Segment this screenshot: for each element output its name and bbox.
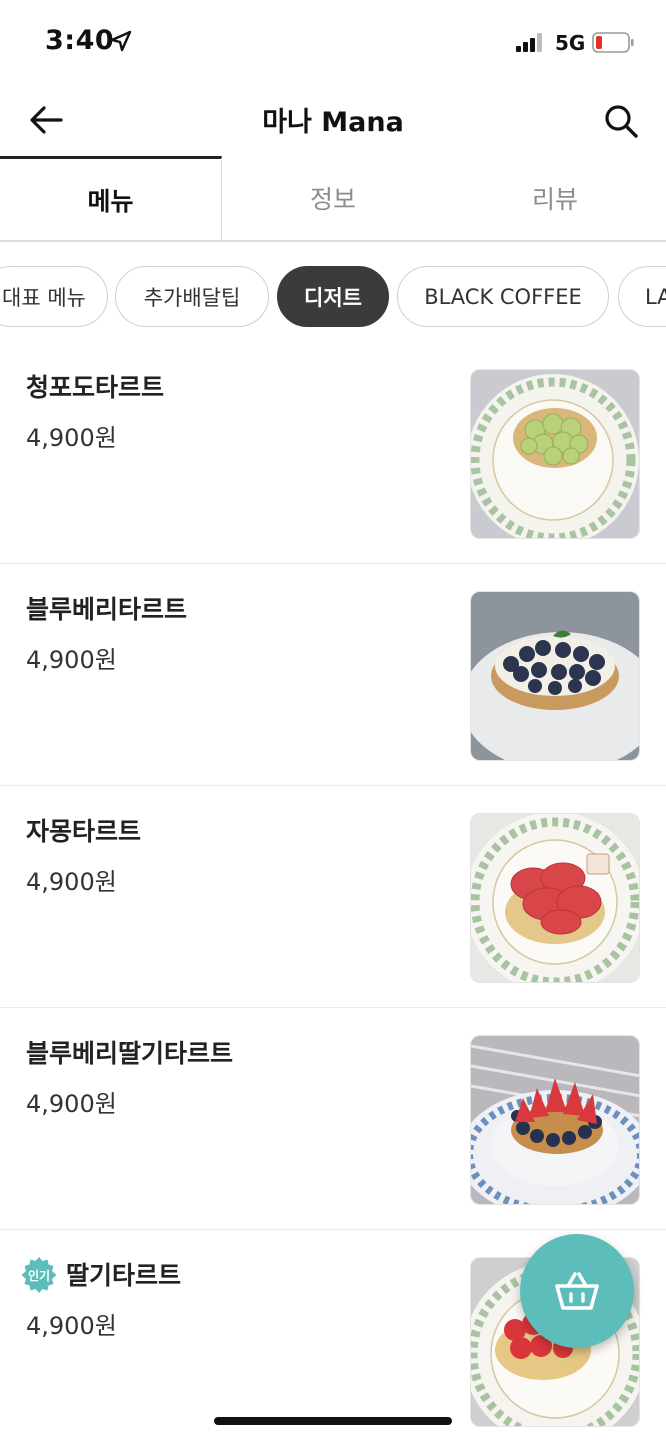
chip-la[interactable]: LA (618, 266, 666, 327)
search-icon (605, 105, 638, 138)
chip-dessert[interactable]: 디저트 (277, 266, 389, 327)
menu-item-price: 4,900원 (26, 868, 117, 896)
top-app-bar: 마나 Mana (0, 86, 666, 156)
status-time: 3:40 (45, 25, 115, 56)
tab-menu[interactable]: 메뉴 (0, 156, 222, 240)
menu-item-name: 청포도타르트 (26, 373, 165, 402)
battery-icon (592, 32, 634, 53)
chip-label: LA (645, 284, 666, 309)
chip-label: 디저트 (304, 285, 362, 310)
page-title: 마나 Mana (262, 107, 404, 138)
location-arrow-icon (110, 30, 132, 52)
menu-item[interactable]: 블루베리타르트 4,900원 (0, 564, 666, 786)
grapefruit-tart-photo (470, 813, 640, 983)
menu-item[interactable]: 블루베리딸기타르트 4,900원 (0, 1008, 666, 1230)
chip-extra-delivery-tip[interactable]: 추가배달팁 (115, 266, 269, 327)
cart-button[interactable] (520, 1234, 634, 1348)
menu-item-name: 자몽타르트 (26, 817, 142, 846)
network-type: 5G (555, 31, 586, 55)
tab-label: 정보 (309, 185, 356, 214)
search-button[interactable] (598, 98, 644, 144)
badge-label: 인기 (27, 1268, 51, 1283)
chip-label: 추가배달팁 (143, 285, 241, 310)
menu-item-price: 4,900원 (26, 1090, 117, 1118)
chip-label: 대표 메뉴 (2, 285, 86, 310)
blueberry-strawberry-tart-photo (470, 1035, 640, 1205)
tab-label: 리뷰 (531, 185, 578, 214)
popular-badge: 인기 (20, 1256, 58, 1294)
tab-label: 메뉴 (87, 186, 134, 216)
tab-info[interactable]: 정보 (222, 156, 444, 240)
home-indicator (214, 1417, 452, 1425)
menu-item-price: 4,900원 (26, 424, 117, 452)
menu-item[interactable]: 청포도타르트 4,900원 (0, 342, 666, 564)
status-bar: 3:40 5G (0, 0, 666, 86)
menu-item-name: 블루베리딸기타르트 (26, 1039, 234, 1068)
menu-item-price: 4,900원 (26, 646, 117, 674)
blueberry-tart-photo (470, 591, 640, 761)
tab-reviews[interactable]: 리뷰 (444, 156, 666, 240)
chip-label: BLACK COFFEE (424, 284, 582, 309)
cellular-signal-icon (516, 32, 546, 52)
chip-black-coffee[interactable]: BLACK COFFEE (397, 266, 609, 327)
menu-item-price: 4,900원 (26, 1312, 117, 1340)
menu-item[interactable]: 자몽타르트 4,900원 (0, 786, 666, 1008)
green-grape-tart-photo (470, 369, 640, 539)
shopping-basket-icon (555, 1272, 599, 1310)
section-tabs: 메뉴 정보 리뷰 (0, 156, 666, 242)
chip-signature-menu[interactable]: 대표 메뉴 (0, 266, 108, 327)
menu-item-name: 블루베리타르트 (26, 595, 188, 624)
menu-item-name: 딸기타르트 (66, 1261, 182, 1290)
category-chips: 대표 메뉴 추가배달팁 디저트 BLACK COFFEE LA (0, 266, 666, 328)
